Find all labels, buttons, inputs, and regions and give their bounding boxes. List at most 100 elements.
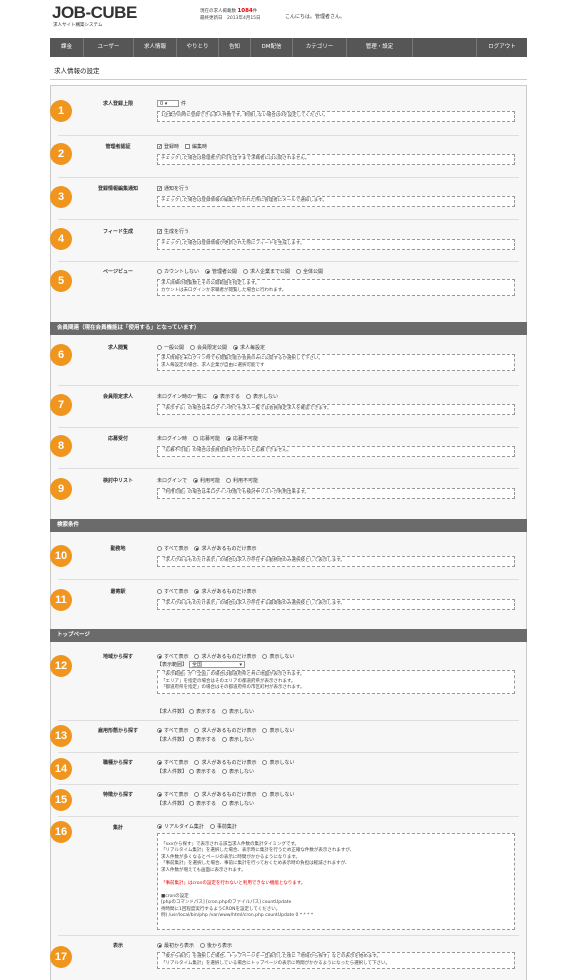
pageview-radio-all[interactable] — [296, 269, 302, 274]
divider — [58, 219, 519, 220]
area-count-radio-hide[interactable] — [222, 709, 228, 714]
employment-radio-all[interactable] — [157, 728, 162, 733]
setting-label: 管理者認証 — [105, 144, 131, 150]
area-radio-all[interactable] — [157, 654, 162, 659]
watchlist-radio-deny[interactable] — [226, 478, 232, 483]
stat-label: 現在の求人掲載数 — [200, 9, 236, 14]
feature-count-options: 【求人件数】 表示する 表示しない — [157, 800, 258, 807]
nav-messages[interactable]: やりとり — [177, 38, 219, 57]
job-view-radio-members[interactable] — [190, 345, 196, 350]
aggregation-radio-realtime[interactable] — [157, 824, 162, 829]
setting-description: 「後から表示」を選択した場合、トップページを一旦表示した後に「地域から探す」など… — [157, 952, 515, 969]
main-nav: 課金 ユーザー 求人情報 やりとり 告知 DM配信 カテゴリー 管理・設定 ログ… — [50, 38, 527, 57]
application-radio-deny[interactable] — [226, 436, 232, 441]
pageview-radio-admin[interactable] — [205, 269, 211, 274]
logo[interactable]: JOB-CUBE — [52, 4, 137, 21]
display-radio-later[interactable] — [200, 943, 206, 948]
job-view-radio-per-job[interactable] — [233, 345, 239, 350]
option-label: 表示する — [196, 709, 217, 715]
area-range: 【表示範囲】 全国 ▾ — [157, 661, 246, 668]
area-count-radio-show[interactable] — [189, 709, 195, 714]
option-label: 表示しない — [229, 801, 255, 807]
setting-label: 職種から探す — [102, 760, 133, 766]
step-badge: 14 — [50, 758, 72, 780]
aggregation-options: リアルタイム集計 事前集計 — [157, 823, 241, 830]
jobtype-count-radio-show[interactable] — [189, 769, 195, 774]
option-label: 求人企業まで公開 — [250, 269, 291, 275]
workplace-radio-with-jobs[interactable] — [194, 546, 200, 551]
section-header-top: トップページ — [50, 629, 527, 642]
approval-on-register-checkbox[interactable] — [157, 144, 162, 149]
jobtype-radio-all[interactable] — [157, 760, 162, 765]
nav-notices[interactable]: 告知 — [219, 38, 251, 57]
employment-count-radio-hide[interactable] — [222, 737, 228, 742]
option-label: 求人があるものだけ表示 — [201, 728, 257, 734]
divider — [58, 935, 519, 936]
station-radio-with-jobs[interactable] — [194, 589, 200, 594]
option-label: 求人毎設定 — [240, 345, 266, 351]
setting-label: 求人登録上限 — [102, 101, 133, 107]
watchlist-radio-allow[interactable] — [193, 478, 199, 483]
admin-approval-options: 登録時 編集時 — [157, 143, 211, 150]
application-radio-allow[interactable] — [193, 436, 199, 441]
feature-radio-hide[interactable] — [262, 792, 268, 797]
job-limit-select[interactable]: 0 ▾ — [157, 100, 179, 107]
option-label: すべて表示 — [164, 589, 189, 595]
job-count-status: 現在の求人掲載数 1084件 最終更新日 2013年4月15日 — [200, 8, 261, 22]
divider — [58, 816, 519, 817]
jobtype-radio-hide[interactable] — [262, 760, 268, 765]
employment-radio-hide[interactable] — [262, 728, 268, 733]
step-badge: 17 — [50, 946, 72, 968]
member-jobs-radio-show[interactable] — [213, 394, 219, 399]
range-value: 全国 — [192, 662, 203, 668]
option-label: 求人があるものだけ表示 — [201, 654, 257, 660]
jobtype-radio-with-jobs[interactable] — [194, 760, 200, 765]
option-label: 表示しない — [269, 654, 295, 660]
setting-label: 検討中リスト — [102, 478, 133, 484]
nav-settings[interactable]: 管理・設定 — [347, 38, 413, 57]
pageview-radio-none[interactable] — [157, 269, 162, 274]
job-view-radio-public[interactable] — [157, 345, 162, 350]
feature-count-radio-show[interactable] — [189, 801, 195, 806]
display-radio-first[interactable] — [157, 943, 162, 948]
step-badge: 5 — [50, 270, 72, 292]
option-label: 編集時 — [192, 144, 208, 150]
area-radio-with-jobs[interactable] — [194, 654, 200, 659]
nav-users[interactable]: ユーザー — [84, 38, 134, 57]
step-badge: 13 — [50, 725, 72, 747]
nav-categories[interactable]: カテゴリー — [293, 38, 347, 57]
approval-on-edit-checkbox[interactable] — [185, 144, 191, 149]
workplace-radio-all[interactable] — [157, 546, 162, 551]
employment-radio-with-jobs[interactable] — [194, 728, 200, 733]
feature-count-radio-hide[interactable] — [222, 801, 228, 806]
employment-count-radio-show[interactable] — [189, 737, 195, 742]
nav-billing[interactable]: 課金 — [50, 38, 84, 57]
setting-label: 集計 — [112, 825, 123, 831]
notify-checkbox[interactable] — [157, 186, 162, 191]
feature-radio-with-jobs[interactable] — [194, 792, 200, 797]
area-range-select[interactable]: 全国 ▾ — [189, 661, 246, 668]
option-prefix: 未ログイン時の一覧に — [157, 394, 208, 400]
job-view-options: 一般公開 会員限定公開 求人毎設定 — [157, 344, 269, 351]
nav-jobs[interactable]: 求人情報 — [134, 38, 177, 57]
divider — [58, 135, 519, 136]
member-jobs-options: 未ログイン時の一覧に 表示する 表示しない — [157, 393, 282, 400]
member-jobs-radio-hide[interactable] — [246, 394, 252, 399]
logout-button[interactable]: ログアウト — [477, 38, 527, 57]
area-radio-hide[interactable] — [262, 654, 268, 659]
setting-label: 特徴から探す — [102, 792, 133, 798]
aggregation-radio-precomputed[interactable] — [209, 824, 215, 829]
station-radio-all[interactable] — [157, 589, 162, 594]
feature-radio-all[interactable] — [157, 792, 162, 797]
nav-dm[interactable]: DM配信 — [251, 38, 293, 57]
option-label: 求人があるものだけ表示 — [201, 760, 257, 766]
feed-checkbox[interactable] — [157, 229, 162, 234]
pageview-radio-company[interactable] — [243, 269, 249, 274]
setting-description: 「応募不可能」の場合は会員登録を行わないと応募できません。 — [157, 446, 515, 457]
area-search-options: すべて表示 求人があるものだけ表示 表示しない — [157, 653, 298, 660]
option-label: 表示する — [196, 737, 217, 743]
step-badge: 8 — [50, 435, 72, 457]
jobtype-count-radio-hide[interactable] — [222, 769, 228, 774]
job-limit-unit: 件 — [181, 101, 187, 107]
setting-label: 勤務地 — [110, 546, 126, 552]
